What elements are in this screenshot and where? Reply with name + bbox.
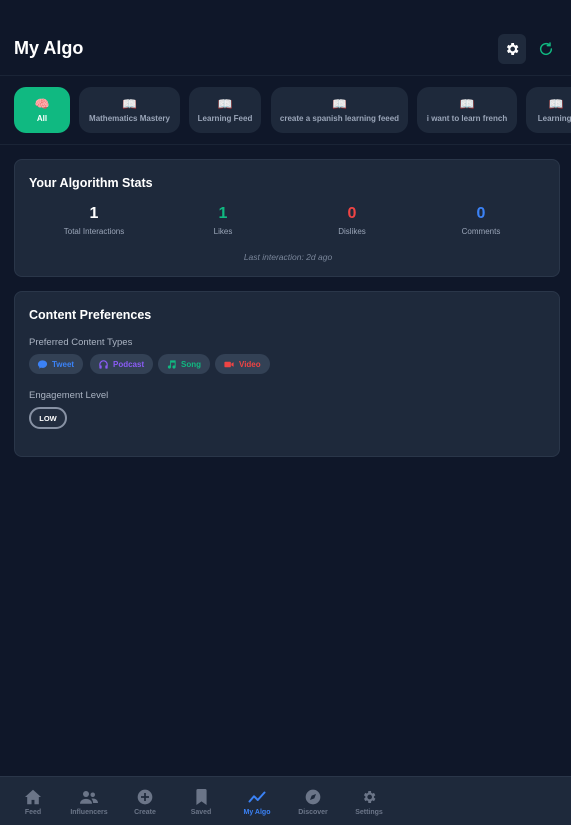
brain-icon: 🧠	[34, 96, 50, 111]
type-podcast[interactable]: Podcast	[90, 354, 154, 374]
nav-saved[interactable]: Saved	[173, 789, 229, 816]
headphones-icon	[99, 359, 108, 369]
book-icon: 📖	[548, 96, 564, 111]
stat-total-interactions: 1 Total Interactions	[63, 205, 125, 237]
music-note-icon	[167, 359, 176, 369]
book-icon: 📖	[122, 96, 137, 111]
home-icon	[25, 789, 41, 805]
compass-icon	[305, 789, 321, 805]
nav-create[interactable]: Create	[117, 789, 173, 816]
stat-comments: 0 Comments	[461, 205, 501, 237]
app-root: My Algo 🧠 All 📖 Mathematics Mastery 📖 Le…	[0, 0, 571, 825]
nav-influencers[interactable]: Influencers	[61, 789, 117, 816]
type-song[interactable]: Song	[158, 354, 210, 374]
plus-circle-icon	[137, 789, 153, 805]
chip-mathematics-mastery[interactable]: 📖 Mathematics Mastery	[79, 87, 180, 133]
preferences-title: Content Preferences	[29, 308, 152, 322]
gear-icon	[363, 791, 376, 803]
nav-feed[interactable]: Feed	[5, 789, 61, 816]
type-tweet[interactable]: Tweet	[29, 354, 84, 374]
refresh-button[interactable]	[532, 34, 560, 64]
book-icon: 📖	[332, 96, 347, 111]
header: My Algo	[0, 0, 571, 76]
nav-settings[interactable]: Settings	[341, 789, 397, 816]
chat-bubble-icon	[37, 359, 48, 369]
refresh-icon	[539, 42, 553, 56]
users-icon	[80, 791, 98, 804]
nav-my-algo[interactable]: My Algo	[229, 789, 285, 816]
category-chips: 🧠 All 📖 Mathematics Mastery 📖 Learning F…	[0, 77, 571, 145]
book-icon: 📖	[459, 96, 475, 111]
book-icon: 📖	[217, 96, 233, 111]
chip-learning[interactable]: 📖 Learning:	[526, 87, 571, 133]
bottom-nav: Feed Influencers Create Saved My Algo Di…	[0, 776, 571, 825]
last-interaction: Last interaction: 2d ago	[243, 252, 333, 262]
chip-learning-feed[interactable]: 📖 Learning Feed	[189, 87, 261, 133]
type-video[interactable]: Video	[215, 354, 270, 374]
trend-icon	[248, 791, 266, 803]
engagement-level-label: Engagement Level	[29, 390, 109, 401]
preferred-types-label: Preferred Content Types	[29, 337, 133, 348]
video-camera-icon	[224, 361, 234, 367]
content-preferences-card: Content Preferences Preferred Content Ty…	[14, 291, 560, 457]
chip-learn-french[interactable]: 📖 i want to learn french	[417, 87, 517, 133]
nav-discover[interactable]: Discover	[285, 789, 341, 816]
algorithm-stats-card: Your Algorithm Stats 1 Total Interaction…	[14, 159, 560, 277]
bookmark-icon	[195, 789, 207, 805]
gear-icon	[506, 43, 519, 55]
page-title: My Algo	[14, 38, 84, 58]
stats-title: Your Algorithm Stats	[29, 176, 153, 190]
settings-button[interactable]	[498, 34, 526, 64]
stat-likes: 1 Likes	[213, 205, 233, 237]
chip-all[interactable]: 🧠 All	[14, 87, 70, 133]
engagement-level-badge: LOW	[29, 407, 67, 429]
stat-dislikes: 0 Dislikes	[338, 205, 366, 237]
chip-spanish-learning[interactable]: 📖 create a spanish learning feeed	[271, 87, 408, 133]
